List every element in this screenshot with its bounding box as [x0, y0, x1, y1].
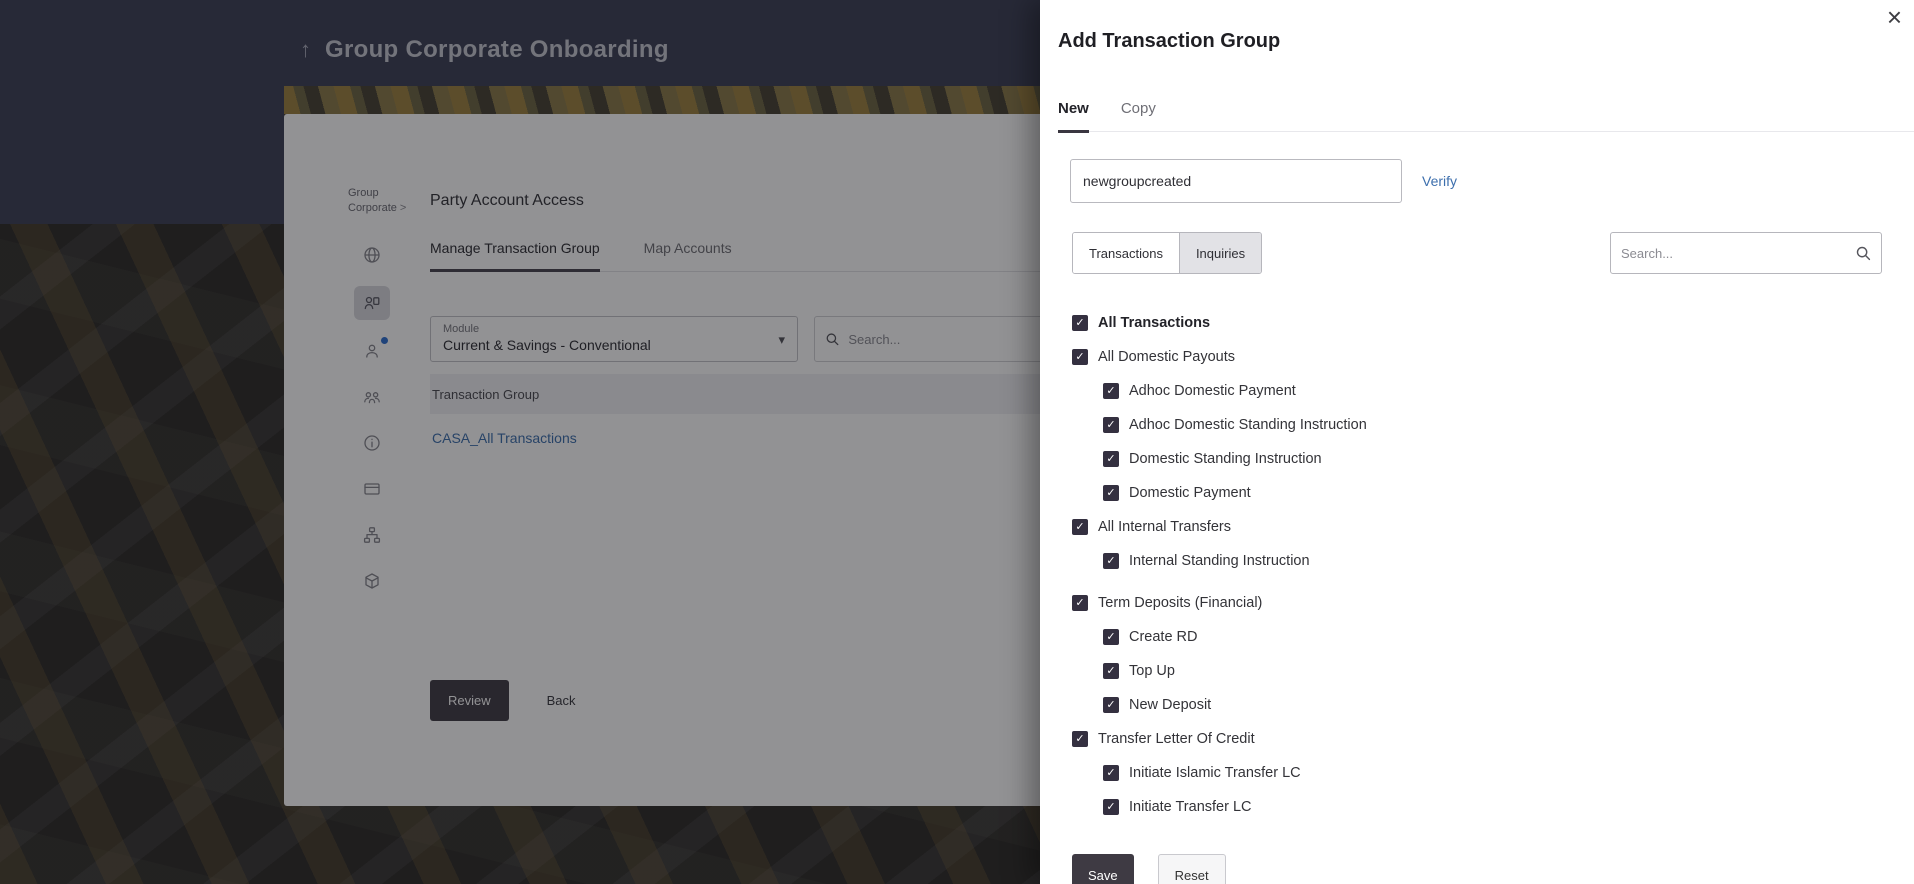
tree-item-label: Adhoc Domestic Standing Instruction	[1129, 417, 1367, 433]
transaction-tree: All Transactions All Domestic Payouts Adho…	[1072, 306, 1874, 824]
drawer-tabs: New Copy	[1058, 100, 1914, 132]
modal-overlay	[0, 0, 1064, 884]
checkbox-checked-icon[interactable]	[1103, 799, 1119, 815]
tree-item-label: Term Deposits (Financial)	[1098, 595, 1262, 611]
checkbox-checked-icon[interactable]	[1072, 315, 1088, 331]
tree-item-label: Transfer Letter Of Credit	[1098, 731, 1255, 747]
checkbox-checked-icon[interactable]	[1103, 451, 1119, 467]
tree-item: New Deposit	[1072, 688, 1874, 722]
group-name-input[interactable]	[1070, 159, 1402, 203]
tree-item-label: All Internal Transfers	[1098, 519, 1231, 535]
tree-item-label: Top Up	[1129, 663, 1175, 679]
checkbox-checked-icon[interactable]	[1072, 731, 1088, 747]
segment-inquiries[interactable]: Inquiries	[1179, 233, 1261, 273]
tree-item-label: New Deposit	[1129, 697, 1211, 713]
tree-item: All Domestic Payouts	[1072, 340, 1874, 374]
checkbox-checked-icon[interactable]	[1103, 629, 1119, 645]
background-page: ↑ Group Corporate Onboarding Group Corpo…	[0, 0, 1064, 884]
tree-item-label: Domestic Standing Instruction	[1129, 451, 1322, 467]
checkbox-checked-icon[interactable]	[1072, 349, 1088, 365]
tree-item: Adhoc Domestic Standing Instruction	[1072, 408, 1874, 442]
checkbox-checked-icon[interactable]	[1103, 765, 1119, 781]
checkbox-checked-icon[interactable]	[1103, 553, 1119, 569]
tree-item: All Internal Transfers	[1072, 510, 1874, 544]
drawer-search-box	[1610, 232, 1882, 274]
tree-item-label: Initiate Islamic Transfer LC	[1129, 765, 1301, 781]
drawer-footer: Save Reset	[1072, 854, 1226, 884]
tab-copy[interactable]: Copy	[1121, 100, 1156, 131]
tree-item: Internal Standing Instruction	[1072, 544, 1874, 578]
drawer-search-input[interactable]	[1621, 246, 1847, 261]
checkbox-checked-icon[interactable]	[1103, 697, 1119, 713]
tree-item: Term Deposits (Financial)	[1072, 586, 1874, 620]
checkbox-checked-icon[interactable]	[1103, 417, 1119, 433]
transactions-inquiries-toggle: Transactions Inquiries	[1072, 232, 1262, 274]
tree-item-label: Create RD	[1129, 629, 1198, 645]
add-transaction-group-drawer: × Add Transaction Group New Copy Verify …	[1040, 0, 1914, 884]
tree-item-label: All Domestic Payouts	[1098, 349, 1235, 365]
save-button[interactable]: Save	[1072, 854, 1134, 884]
tree-item: Create RD	[1072, 620, 1874, 654]
checkbox-checked-icon[interactable]	[1103, 485, 1119, 501]
tree-item: Top Up	[1072, 654, 1874, 688]
search-icon	[1855, 245, 1871, 261]
checkbox-checked-icon[interactable]	[1072, 519, 1088, 535]
verify-link[interactable]: Verify	[1422, 173, 1457, 189]
tree-item: Domestic Payment	[1072, 476, 1874, 510]
checkbox-checked-icon[interactable]	[1103, 383, 1119, 399]
tree-item: Domestic Standing Instruction	[1072, 442, 1874, 476]
drawer-filter-row: Transactions Inquiries	[1072, 232, 1882, 274]
tree-item: Transfer Letter Of Credit	[1072, 722, 1874, 756]
tree-item: Adhoc Domestic Payment	[1072, 374, 1874, 408]
tree-item-label: Internal Standing Instruction	[1129, 553, 1310, 569]
checkbox-checked-icon[interactable]	[1103, 663, 1119, 679]
tree-item-label: Adhoc Domestic Payment	[1129, 383, 1296, 399]
tree-item: All Transactions	[1072, 306, 1874, 340]
screen: ↑ Group Corporate Onboarding Group Corpo…	[0, 0, 1914, 884]
tree-item: Initiate Islamic Transfer LC	[1072, 756, 1874, 790]
checkbox-checked-icon[interactable]	[1072, 595, 1088, 611]
tree-item: Initiate Transfer LC	[1072, 790, 1874, 824]
drawer-title: Add Transaction Group	[1058, 30, 1280, 53]
reset-button[interactable]: Reset	[1158, 854, 1226, 884]
tree-item-label: Domestic Payment	[1129, 485, 1251, 501]
tab-new[interactable]: New	[1058, 100, 1089, 133]
tree-item-label: All Transactions	[1098, 315, 1210, 331]
tree-item-label: Initiate Transfer LC	[1129, 799, 1252, 815]
close-icon[interactable]: ×	[1887, 4, 1902, 30]
group-name-row: Verify	[1070, 159, 1457, 203]
segment-transactions[interactable]: Transactions	[1073, 233, 1179, 273]
